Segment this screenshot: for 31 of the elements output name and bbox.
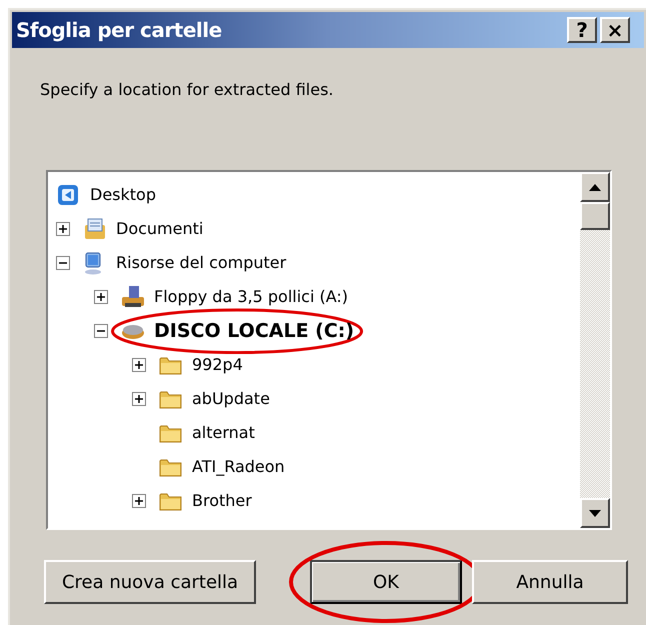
- expand-icon[interactable]: [56, 222, 70, 236]
- tree-item[interactable]: Risorse del computer: [116, 251, 286, 275]
- tree-item[interactable]: Brother: [192, 489, 252, 513]
- expand-icon[interactable]: [132, 358, 146, 372]
- up-arrow-icon: [589, 184, 601, 190]
- scroll-up-button[interactable]: [580, 172, 610, 202]
- prompt-text: Specify a location for extracted files.: [40, 79, 334, 101]
- scrollbar[interactable]: [580, 172, 610, 528]
- expand-icon[interactable]: [132, 392, 146, 406]
- scroll-down-button[interactable]: [580, 498, 610, 528]
- tree-item[interactable]: 992p4: [192, 353, 243, 377]
- dialog-button[interactable]: OK: [310, 560, 462, 604]
- tree-item[interactable]: Documenti: [116, 217, 204, 241]
- expand-icon[interactable]: [94, 290, 108, 304]
- tree-item[interactable]: ATI_Radeon: [192, 455, 285, 479]
- help-button[interactable]: ?: [567, 17, 597, 43]
- tree-item[interactable]: abUpdate: [192, 387, 270, 411]
- window-title: Sfoglia per cartelle: [16, 17, 222, 44]
- collapse-icon[interactable]: [94, 324, 108, 338]
- close-button[interactable]: ×: [600, 17, 630, 43]
- expand-icon[interactable]: [132, 494, 146, 508]
- tree-item[interactable]: Desktop: [90, 183, 156, 207]
- dialog-button[interactable]: Annulla: [472, 560, 628, 604]
- scroll-thumb[interactable]: [580, 202, 610, 230]
- floppy-drive-icon: [120, 285, 146, 309]
- down-arrow-icon: [589, 510, 601, 516]
- collapse-icon[interactable]: [56, 256, 70, 270]
- dialog-button[interactable]: Crea nuova cartella: [44, 560, 256, 604]
- tree-item[interactable]: Floppy da 3,5 pollici (A:): [154, 285, 348, 309]
- folder-with-documents-icon: [82, 217, 108, 241]
- tree-item[interactable]: alternat: [192, 421, 255, 445]
